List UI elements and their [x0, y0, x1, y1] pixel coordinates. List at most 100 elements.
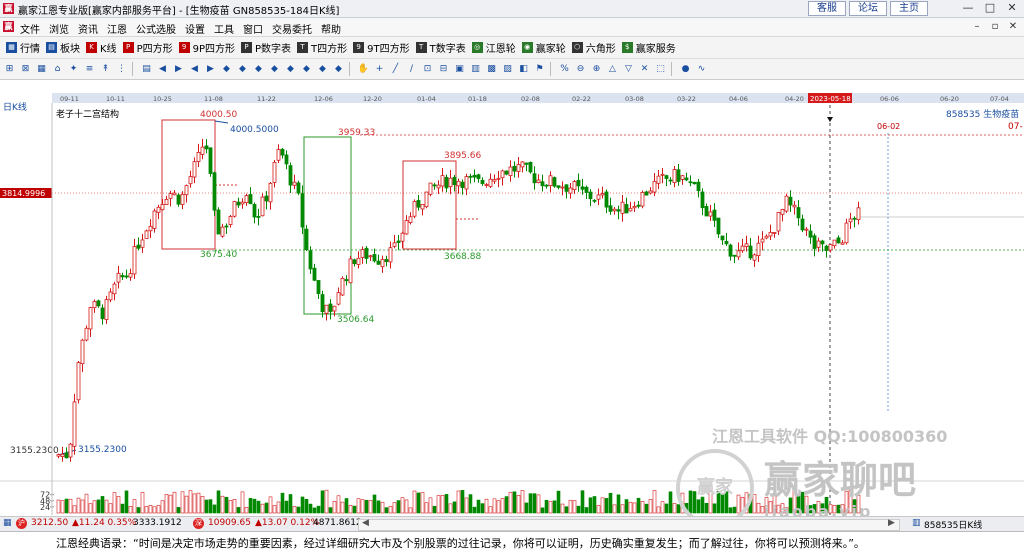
homepage-link[interactable]: 主页 [890, 1, 928, 16]
candle-body [536, 179, 541, 183]
drawing-tool-38[interactable]: ✕ [638, 63, 651, 76]
drawing-tool-2[interactable]: ▦ [35, 63, 48, 76]
drawing-tool-14[interactable]: ◆ [236, 63, 249, 76]
volume-bar [440, 495, 445, 514]
customer-service-link[interactable]: 客服 [808, 1, 846, 16]
scroll-left-button[interactable]: ◀ [362, 518, 369, 528]
volume-bar [492, 498, 497, 514]
drawing-tool-26[interactable]: ⊟ [437, 63, 450, 76]
forum-link[interactable]: 论坛 [849, 1, 887, 16]
status-scrollbar[interactable] [358, 519, 900, 531]
toolbar-button-1[interactable]: ▤ 板块 [46, 40, 80, 55]
toolbar-button-11[interactable]: ⬡ 六角形 [571, 40, 616, 55]
candle-body [220, 226, 225, 237]
toolbar-button-2[interactable]: K K线 [86, 40, 117, 55]
drawing-tool-19[interactable]: ◆ [316, 63, 329, 76]
drawing-tool-9[interactable]: ◀ [156, 63, 169, 76]
menu-item-1[interactable]: 浏览 [49, 21, 69, 36]
toolbar-button-0[interactable]: ▦ 行情 [6, 40, 40, 55]
toolbar-button-8[interactable]: T T数字表 [415, 40, 466, 55]
candle-body [348, 258, 353, 284]
candle-body [88, 307, 93, 330]
drawing-tool-4[interactable]: ✦ [67, 63, 80, 76]
volume-bar [320, 490, 325, 514]
drawing-tool-1[interactable]: ⊠ [19, 63, 32, 76]
drawing-tool-25[interactable]: ⊡ [421, 63, 434, 76]
drawing-tool-30[interactable]: ▨ [501, 63, 514, 76]
toolbar-button-9[interactable]: ◎ 江恩轮 [471, 40, 516, 55]
toolbar-button-7[interactable]: 9 9T四方形 [353, 40, 410, 55]
mdi-minimize-button[interactable]: – [970, 20, 984, 33]
drawing-tool-32[interactable]: ⚑ [533, 63, 546, 76]
mdi-restore-button[interactable]: ▫ [988, 20, 1002, 33]
volume-bar [636, 497, 641, 514]
candle-body [576, 179, 581, 187]
drawing-tool-22[interactable]: + [373, 63, 386, 76]
drawing-tool-6[interactable]: ↟ [99, 63, 112, 76]
menu-item-9[interactable]: 帮助 [321, 21, 341, 36]
menu-item-2[interactable]: 资讯 [78, 21, 98, 36]
drawing-tool-16[interactable]: ◆ [268, 63, 281, 76]
drawing-tool-28[interactable]: ▥ [469, 63, 482, 76]
drawing-tool-27[interactable]: ▣ [453, 63, 466, 76]
drawing-tool-11[interactable]: ◀ [188, 63, 201, 76]
drawing-tool-13[interactable]: ◆ [220, 63, 233, 76]
volume-bar [404, 499, 409, 514]
drawing-tool-41[interactable]: ∿ [695, 63, 708, 76]
app-menu-icon[interactable]: 赢 [3, 21, 14, 32]
minimize-button[interactable]: — [958, 1, 978, 15]
drawing-tool-17[interactable]: ◆ [284, 63, 297, 76]
toolbar-button-4[interactable]: 9 9P四方形 [178, 40, 235, 55]
cursor-price-label: 3814.9996 [2, 189, 45, 198]
drawing-tool-29[interactable]: ▩ [485, 63, 498, 76]
toolbar-button-6[interactable]: T T四方形 [297, 40, 347, 55]
drawing-tool-33[interactable]: % [558, 63, 571, 76]
menu-item-6[interactable]: 工具 [214, 21, 234, 36]
maximize-button[interactable]: □ [980, 1, 1000, 15]
drawing-tool-3[interactable]: ⌂ [51, 63, 64, 76]
drawing-tool-15[interactable]: ◆ [252, 63, 265, 76]
drawing-tool-23[interactable]: ╱ [389, 63, 402, 76]
candle-body [744, 243, 749, 247]
toolbar-button-10[interactable]: ◉ 赢家轮 [521, 40, 566, 55]
volume-bar [344, 498, 349, 514]
candle-body [108, 291, 113, 301]
menu-item-3[interactable]: 江恩 [107, 21, 127, 36]
candle-body [420, 203, 425, 210]
drawing-tool-0[interactable]: ⊞ [3, 63, 16, 76]
menu-item-8[interactable]: 交易委托 [272, 21, 312, 36]
candle-body [176, 194, 181, 205]
mdi-close-button[interactable]: ✕ [1006, 20, 1020, 33]
menu-item-0[interactable]: 文件 [20, 21, 40, 36]
drawing-tool-8[interactable]: ▤ [140, 63, 153, 76]
candle-body [84, 327, 89, 341]
menu-item-7[interactable]: 窗口 [243, 21, 263, 36]
drawing-tool-37[interactable]: ▽ [622, 63, 635, 76]
drawing-tool-36[interactable]: △ [606, 63, 619, 76]
drawing-tool-40[interactable]: ● [679, 63, 692, 76]
study-label: 老子十二宫结构 [56, 108, 119, 120]
drawing-tool-10[interactable]: ▶ [172, 63, 185, 76]
drawing-tool-39[interactable]: ⬚ [654, 63, 667, 76]
drawing-tool-12[interactable]: ▶ [204, 63, 217, 76]
volume-bar [540, 507, 545, 514]
toolbar-button-5[interactable]: P P数字表 [241, 40, 291, 55]
scroll-right-button[interactable]: ▶ [888, 518, 895, 528]
drawing-tool-18[interactable]: ◆ [300, 63, 313, 76]
drawing-tool-31[interactable]: ◧ [517, 63, 530, 76]
candle-body [292, 181, 297, 186]
drawing-tool-5[interactable]: ≡ [83, 63, 96, 76]
chart-panel[interactable]: 09-11 10-11 10-25 11-08 11-22 12-06 12-20 01-04… [0, 93, 1024, 527]
drawing-tool-20[interactable]: ◆ [332, 63, 345, 76]
close-button[interactable]: ✕ [1002, 1, 1022, 15]
toolbar-button-12[interactable]: $ 赢家服务 [621, 40, 676, 55]
menu-item-4[interactable]: 公式选股 [136, 21, 176, 36]
toolbar-button-3[interactable]: P P四方形 [122, 40, 173, 55]
menu-item-5[interactable]: 设置 [185, 21, 205, 36]
drawing-tool-24[interactable]: ∕ [405, 63, 418, 76]
drawing-tool-34[interactable]: ⊖ [574, 63, 587, 76]
candle-body [460, 181, 465, 189]
drawing-tool-21[interactable]: ✋ [357, 63, 370, 76]
drawing-tool-35[interactable]: ⊕ [590, 63, 603, 76]
drawing-tool-7[interactable]: ⋮ [115, 63, 128, 76]
